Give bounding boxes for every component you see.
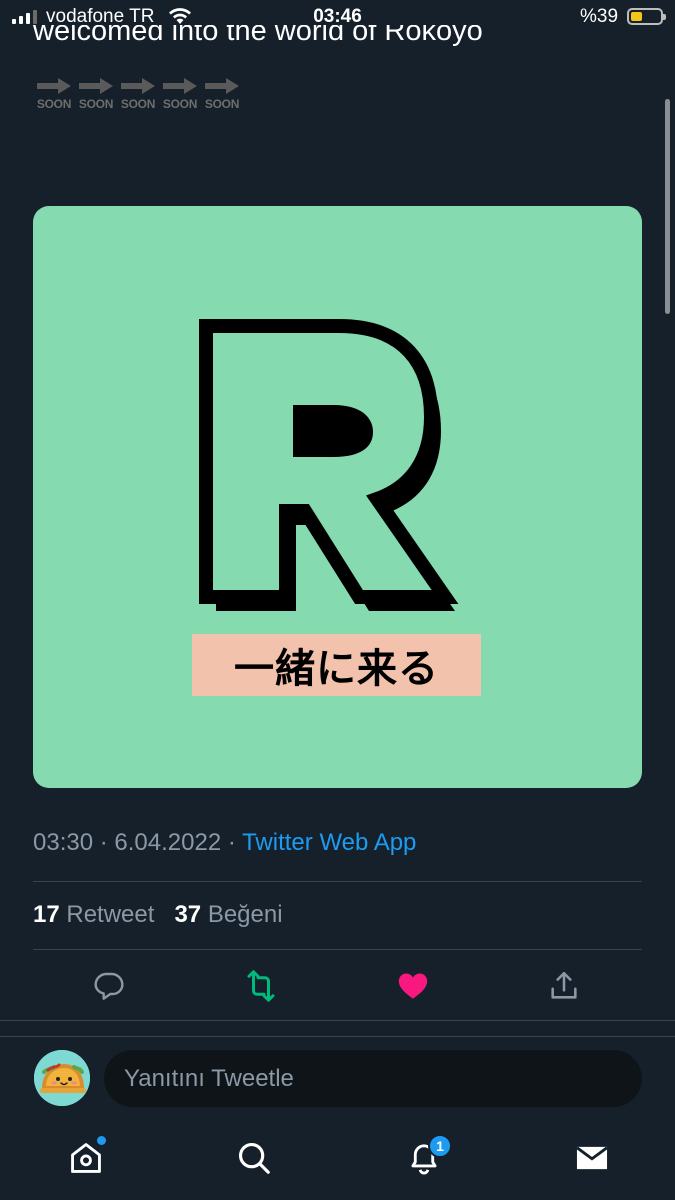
nav-home[interactable] <box>64 1136 108 1180</box>
share-button[interactable] <box>544 966 584 1006</box>
retweet-button[interactable] <box>241 966 281 1006</box>
nav-search[interactable] <box>232 1136 276 1180</box>
soon-label: SOON <box>78 97 114 111</box>
meta-separator: · <box>99 829 108 856</box>
share-icon <box>551 971 577 999</box>
soon-arrow-item: SOON <box>202 77 242 113</box>
messages-icon <box>576 1146 608 1170</box>
divider <box>0 1020 675 1021</box>
soon-arrow-item: SOON <box>34 77 74 113</box>
retweet-count: 17 <box>33 901 60 928</box>
tweet-detail-screen: vodafone TR 03:46 %39 welcomed into the … <box>0 0 675 1200</box>
status-bar: vodafone TR 03:46 %39 <box>0 0 675 34</box>
soon-arrow-item: SOON <box>118 77 158 113</box>
arrow-right-icon <box>205 78 239 94</box>
soon-arrows: SOON SOON SOON SOON SOON <box>34 77 242 113</box>
arrow-right-icon <box>121 78 155 94</box>
battery-level <box>631 12 642 21</box>
divider <box>33 881 642 882</box>
meta-separator: · <box>227 829 236 856</box>
scrollbar[interactable] <box>665 99 670 314</box>
reply-icon <box>94 972 124 1000</box>
arrow-right-icon <box>163 78 197 94</box>
tweet-actions <box>0 966 675 1008</box>
soon-label: SOON <box>120 97 156 111</box>
user-avatar[interactable] <box>34 1050 90 1106</box>
soon-label: SOON <box>204 97 240 111</box>
home-new-dot <box>97 1136 106 1145</box>
bottom-nav: 1 <box>0 1122 675 1200</box>
reply-bar <box>0 1036 675 1122</box>
retweet-icon <box>247 970 275 1002</box>
arrow-right-icon <box>37 78 71 94</box>
tweet-stats: 17 Retweet 37 Beğeni <box>33 901 283 929</box>
search-icon <box>238 1142 270 1174</box>
like-button[interactable] <box>393 966 433 1006</box>
tweet-image[interactable]: 一緒に来る <box>33 206 642 788</box>
soon-arrow-item: SOON <box>76 77 116 113</box>
tweet-date: 6.04.2022 <box>114 829 222 856</box>
soon-label: SOON <box>162 97 198 111</box>
retweet-label: Retweet <box>66 901 155 928</box>
status-time: 03:46 <box>313 6 362 27</box>
nav-messages[interactable] <box>570 1136 614 1180</box>
heart-icon <box>398 973 428 999</box>
reply-input[interactable] <box>104 1050 642 1107</box>
tweet-time: 03:30 <box>33 829 94 856</box>
source-app-link[interactable]: Twitter Web App <box>242 829 416 856</box>
arrow-right-icon <box>79 78 113 94</box>
reply-button[interactable] <box>89 966 129 1006</box>
soon-label: SOON <box>36 97 72 111</box>
nav-notifications[interactable]: 1 <box>402 1134 452 1180</box>
likes-stat[interactable]: 37 Beğeni <box>174 901 282 928</box>
like-label: Beğeni <box>207 901 283 928</box>
battery-percent: %39 <box>580 6 619 27</box>
like-count: 37 <box>174 901 202 928</box>
tweet-timestamp: 03:30 · 6.04.2022 · Twitter Web App <box>33 829 416 857</box>
divider <box>33 949 642 950</box>
soon-arrow-item: SOON <box>160 77 200 113</box>
battery-icon <box>627 8 666 25</box>
retweets-stat[interactable]: 17 Retweet <box>33 901 154 928</box>
image-banner-text: 一緒に来る <box>192 634 481 696</box>
rokoyo-r-logo <box>199 319 459 611</box>
notification-badge: 1 <box>428 1134 452 1158</box>
